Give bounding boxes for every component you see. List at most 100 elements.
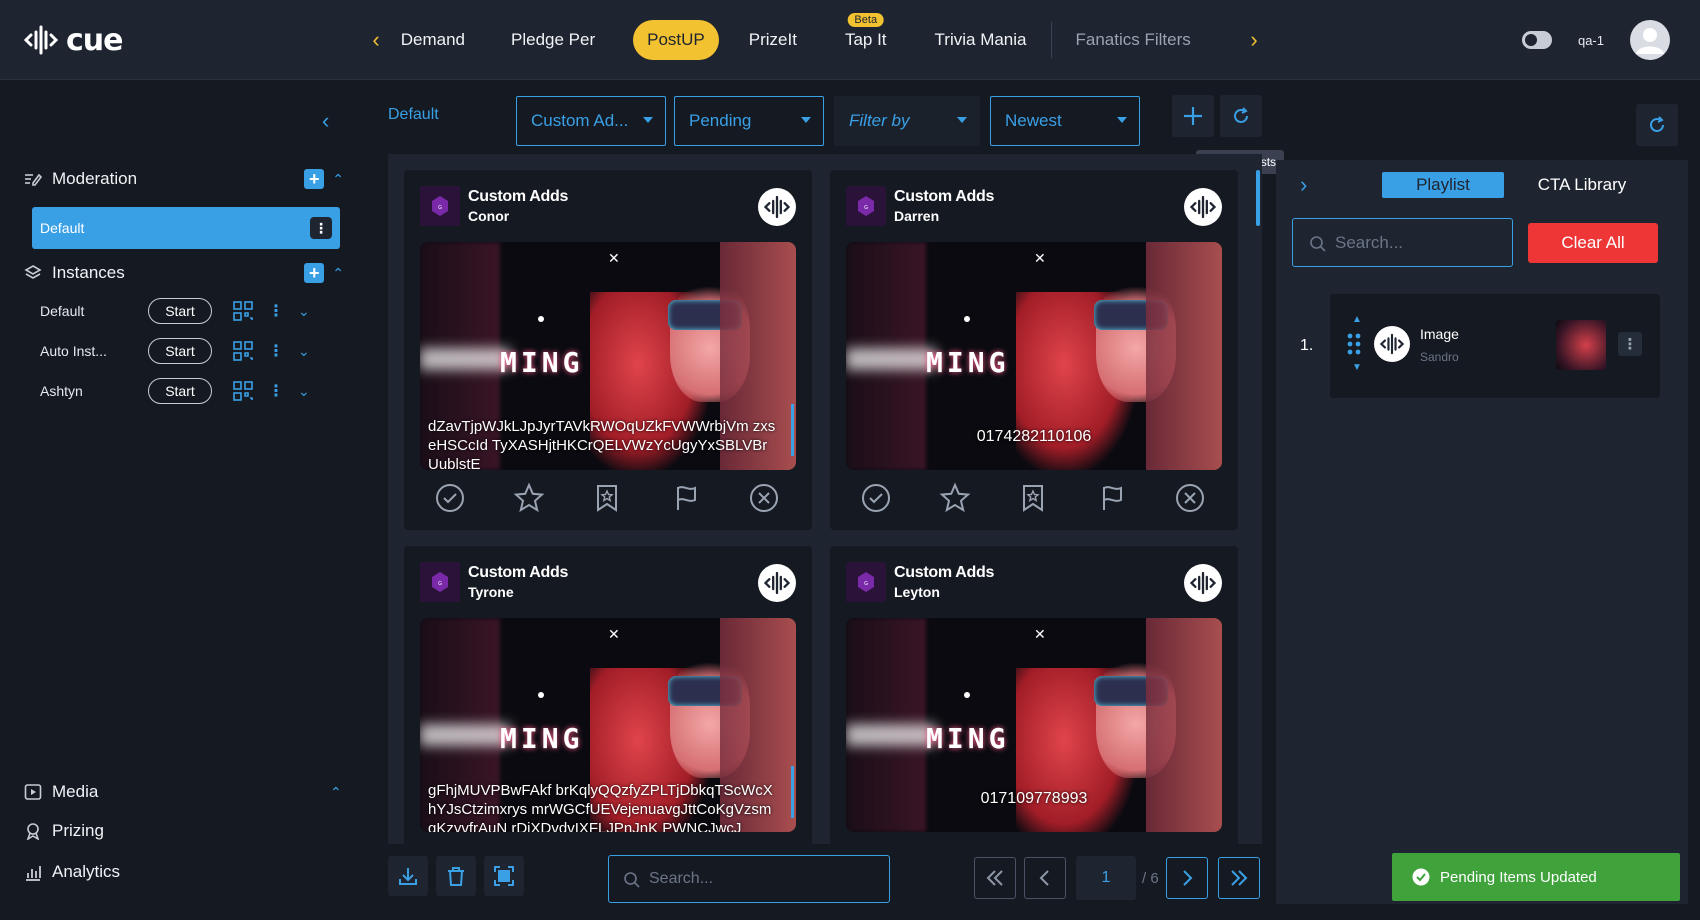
sidebar-item-media[interactable]: Media [24, 782, 98, 802]
media-blur [420, 724, 510, 746]
select-all-button[interactable] [484, 856, 524, 896]
tab-fanatics-filters[interactable]: Fanatics Filters [1062, 20, 1205, 60]
instances-controls: + ⌃ [304, 263, 344, 283]
moderation-item-default[interactable]: Default ⋮ [32, 207, 340, 249]
flag-icon[interactable] [668, 480, 704, 516]
close-icon: ✕ [608, 250, 620, 266]
instance-row: Auto Inst... Start ⋮ ⌄ [40, 336, 340, 366]
filter-by-select[interactable]: Filter by [834, 96, 980, 146]
breadcrumb[interactable]: Default [388, 106, 439, 124]
more-vertical-icon[interactable]: ⋮ [310, 217, 332, 239]
refresh-posts-button[interactable] [1220, 95, 1262, 137]
more-vertical-icon[interactable]: ⋮ [268, 301, 284, 321]
current-page[interactable]: 1 [1076, 856, 1136, 900]
clear-all-button[interactable]: Clear All [1528, 223, 1658, 263]
moderation-header[interactable]: Moderation + ⌃ [24, 164, 344, 194]
post-thumbnail: G [420, 562, 460, 602]
chevron-down-icon[interactable]: ⌄ [298, 343, 310, 360]
status-filter-select[interactable]: Pending [674, 96, 824, 146]
bottom-search-input[interactable]: Search... [608, 855, 890, 903]
reject-icon[interactable] [1172, 480, 1208, 516]
playlist-search-input[interactable]: Search... [1292, 218, 1513, 267]
nav-next-arrow[interactable]: › [1240, 26, 1268, 54]
tab-tap-it[interactable]: Beta Tap It [831, 13, 901, 60]
first-page-button[interactable] [974, 857, 1016, 899]
start-button[interactable]: Start [148, 338, 212, 364]
flag-icon[interactable] [1094, 480, 1130, 516]
prev-page-button[interactable] [1024, 857, 1066, 899]
instances-header[interactable]: Instances + ⌃ [24, 258, 344, 288]
chevron-up-icon[interactable]: ⌃ [332, 171, 344, 188]
more-vertical-icon[interactable]: ⋮ [268, 381, 284, 401]
close-icon: ✕ [1034, 250, 1046, 266]
post-media[interactable]: MING ✕ 017109778993 [846, 618, 1222, 832]
cue-badge-icon[interactable] [758, 188, 796, 226]
refresh-playlist-button[interactable] [1636, 104, 1678, 146]
post-media[interactable]: MING ✕ gFhjMUVPBwFAkf brKqlyQQzfyZPLTjDb… [420, 618, 796, 832]
instances-label: Instances [52, 263, 125, 282]
search-icon [624, 872, 640, 888]
reject-icon[interactable] [746, 480, 782, 516]
select-all-icon [494, 866, 514, 886]
double-chevron-right-icon [1231, 870, 1248, 886]
chevron-down-icon[interactable]: ▼ [1352, 362, 1362, 373]
sort-select[interactable]: Newest [990, 96, 1140, 146]
start-button[interactable]: Start [148, 378, 212, 404]
more-vertical-icon[interactable]: ⋮ [268, 341, 284, 361]
cue-logo[interactable]: cue [24, 22, 123, 58]
drag-handle-icon[interactable] [1346, 332, 1362, 356]
search-placeholder: Search... [649, 870, 714, 887]
star-icon[interactable] [511, 480, 547, 516]
playlist-item[interactable]: ▲ ▼ Image Sandro ⋮ [1330, 294, 1660, 398]
post-card[interactable]: G Custom Adds Conor MING ✕ dZavTjpWJkLJp… [404, 170, 812, 530]
qr-code-icon[interactable] [232, 300, 254, 322]
theme-toggle[interactable] [1521, 31, 1552, 49]
cue-badge-icon[interactable] [758, 564, 796, 602]
cue-badge-icon[interactable] [1184, 564, 1222, 602]
tab-demand[interactable]: Demand [395, 20, 471, 60]
chevron-up-icon[interactable]: ▲ [1352, 314, 1362, 325]
delete-button[interactable] [436, 856, 476, 896]
page-total: / 6 [1142, 870, 1159, 887]
chevron-up-icon[interactable]: ⌃ [330, 784, 342, 801]
star-icon[interactable] [937, 480, 973, 516]
add-post-button[interactable] [1172, 95, 1214, 137]
last-page-button[interactable] [1218, 857, 1260, 899]
nav-prev-arrow[interactable]: ‹ [362, 26, 390, 54]
tab-trivia-mania[interactable]: Trivia Mania [921, 20, 1041, 60]
qr-code-icon[interactable] [232, 380, 254, 402]
tab-prizeit[interactable]: PrizeIt [735, 20, 811, 60]
post-card[interactable]: G Custom Adds Darren MING ✕ 017428211010… [830, 170, 1238, 530]
type-filter-select[interactable]: Custom Ad... [516, 96, 666, 146]
expand-panel-icon[interactable]: › [1300, 172, 1307, 198]
next-page-button[interactable] [1166, 857, 1208, 899]
post-card[interactable]: G Custom Adds Tyrone MING ✕ gFhjMUVPBwFA… [404, 546, 812, 906]
post-card[interactable]: G Custom Adds Leyton MING ✕ 017109778993 [830, 546, 1238, 906]
tab-pledge-per[interactable]: Pledge Per [497, 20, 609, 60]
cue-badge-icon[interactable] [1184, 188, 1222, 226]
more-vertical-icon[interactable]: ⋮ [1618, 332, 1642, 356]
approve-icon[interactable] [432, 480, 468, 516]
tab-playlist[interactable]: Playlist [1382, 172, 1504, 198]
download-button[interactable] [388, 856, 428, 896]
tab-postup[interactable]: PostUP [633, 20, 719, 60]
qr-code-icon[interactable] [232, 340, 254, 362]
tab-cta-library[interactable]: CTA Library [1530, 172, 1634, 198]
add-moderation-button[interactable]: + [304, 169, 325, 189]
chevron-down-icon[interactable]: ⌄ [298, 383, 310, 400]
avatar[interactable] [1630, 20, 1670, 60]
bookmark-icon[interactable] [1015, 480, 1051, 516]
add-instance-button[interactable]: + [304, 263, 325, 283]
post-thumbnail: G [420, 186, 460, 226]
approve-icon[interactable] [858, 480, 894, 516]
chevron-down-icon[interactable]: ⌄ [298, 303, 310, 320]
bookmark-icon[interactable] [589, 480, 625, 516]
post-media[interactable]: MING ✕ 0174282110106 [846, 242, 1222, 470]
sidebar-item-analytics[interactable]: Analytics [24, 862, 120, 882]
grid-scrollbar[interactable] [1256, 170, 1260, 226]
post-media[interactable]: MING ✕ dZavTjpWJkLJpJyrTAVkRWOqUZkFVWWrb… [420, 242, 796, 470]
sidebar-collapse-icon[interactable]: ‹ [322, 108, 329, 134]
start-button[interactable]: Start [148, 298, 212, 324]
sidebar-item-prizing[interactable]: Prizing [24, 821, 104, 841]
chevron-up-icon[interactable]: ⌃ [332, 265, 344, 282]
